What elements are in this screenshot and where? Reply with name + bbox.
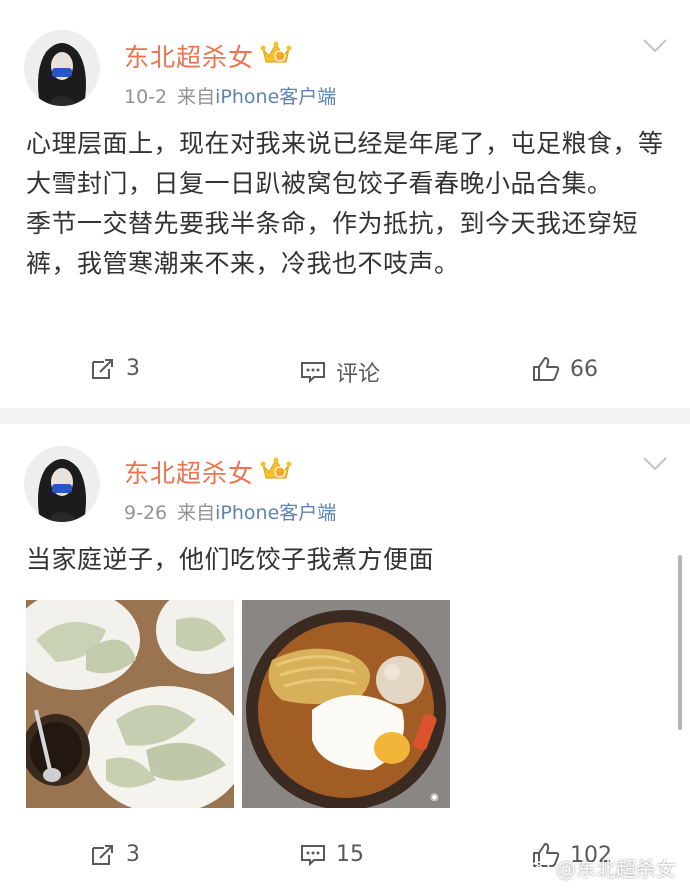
author-name[interactable]: 东北超杀女 [124,454,254,490]
like-count: 66 [570,356,598,382]
repost-count: 3 [126,356,140,381]
dumplings-photo[interactable] [26,600,234,808]
post-meta: 9-26 来自iPhone客户端 [124,498,336,525]
source-device[interactable]: iPhone客户端 [215,502,336,524]
watermark: @东北超杀女 [530,853,676,882]
weibo-logo-icon [530,856,552,880]
post-date: 10-2 [124,86,168,108]
comment-button[interactable]: 评论 [300,356,380,388]
author-avatar[interactable] [24,30,100,106]
post-content: 当家庭逆子，他们吃饺子我煮方便面 [26,540,664,580]
repost-count: 3 [126,842,140,867]
weibo-post-2: 东北超杀女 9-26 来自iPhone客户端 当家庭逆子，他们吃饺子我煮方便面 [0,424,690,894]
svg-text:◉: ◉ [430,792,439,803]
post-meta: 10-2 来自iPhone客户端 [124,82,336,109]
author-name[interactable]: 东北超杀女 [124,38,254,74]
chevron-down-icon[interactable] [642,38,668,54]
comment-icon [300,843,326,867]
crown-badge-icon [260,41,292,71]
like-icon [532,356,560,382]
post-content: 心理层面上，现在对我来说已经是年尾了，屯足粮食，等大雪封门，日复一日趴被窝包饺子… [26,124,664,284]
repost-button[interactable]: 3 [90,842,140,867]
post-paragraph: 季节一交替先要我半条命，作为抵抗，到今天我还穿短裤，我管寒潮来不来，冷我也不吱声… [26,209,639,278]
repost-button[interactable]: 3 [90,356,140,381]
source-device[interactable]: iPhone客户端 [215,86,336,108]
post-paragraph: 心理层面上，现在对我来说已经是年尾了，屯足粮食，等大雪封门，日复一日趴被窝包饺子… [26,129,664,198]
repost-icon [90,843,116,867]
watermark-text: @东北超杀女 [556,857,676,881]
post-date: 9-26 [124,502,168,524]
chevron-down-icon[interactable] [642,456,668,472]
post-paragraph: 当家庭逆子，他们吃饺子我煮方便面 [26,545,435,574]
comment-button[interactable]: 15 [300,842,364,867]
comment-icon [300,360,326,384]
post-actions: 3 评论 66 [0,356,690,396]
comment-label: 评论 [336,362,381,387]
avatar-portrait [24,446,100,522]
repost-icon [90,357,116,381]
avatar-portrait [24,30,100,106]
source-prefix: 来自 [177,502,216,524]
instant-noodles-photo[interactable]: ◉ [242,600,450,808]
weibo-post-1: 东北超杀女 10-2 来自iPhone客户端 心理层面上，现在对我来说已经是年尾了… [0,0,690,408]
source-prefix: 来自 [177,86,216,108]
like-button[interactable]: 66 [532,356,598,382]
comment-count: 15 [336,842,364,867]
scrollbar[interactable] [678,555,682,730]
author-avatar[interactable] [24,446,100,522]
crown-badge-icon [260,457,292,487]
post-photos: ◉ [26,600,450,808]
